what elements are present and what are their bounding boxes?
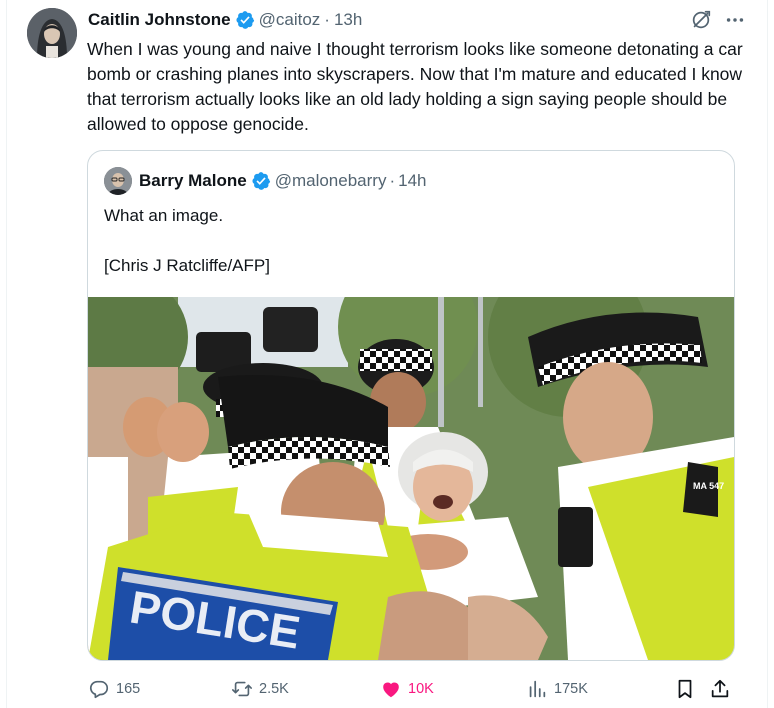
quoted-tweet-photo[interactable]: MA 547 POLICE xyxy=(88,297,734,660)
separator-dot: · xyxy=(389,171,396,190)
tweet-top-actions xyxy=(690,9,746,31)
separator-dot: · xyxy=(324,10,330,29)
quoted-author-name[interactable]: Barry Malone xyxy=(139,171,247,191)
reply-icon xyxy=(89,680,109,699)
author-name[interactable]: Caitlin Johnstone xyxy=(88,10,231,30)
views-icon xyxy=(529,680,546,698)
bookmark-button[interactable] xyxy=(674,676,696,702)
author-avatar[interactable] xyxy=(27,8,77,58)
quoted-tweet-time[interactable]: 14h xyxy=(398,171,426,191)
verified-badge-icon xyxy=(236,11,254,29)
verified-badge-icon xyxy=(252,172,270,190)
more-icon[interactable] xyxy=(724,9,746,31)
like-icon xyxy=(383,682,399,698)
quoted-author-handle[interactable]: @malonebarry xyxy=(275,171,387,191)
reply-count: 165 xyxy=(116,681,141,697)
quoted-tweet-header: Barry Malone @malonebarry · 14h xyxy=(104,167,427,195)
repost-count: 2.5K xyxy=(259,681,289,697)
author-handle[interactable]: @caitoz xyxy=(259,10,321,30)
quoted-tweet-credit: [Chris J Ratcliffe/AFP] xyxy=(104,256,270,275)
like-button[interactable]: 10K xyxy=(380,676,434,702)
share-icon xyxy=(711,679,729,698)
share-button[interactable] xyxy=(709,676,731,702)
views-button[interactable]: 175K xyxy=(526,676,588,702)
quoted-author-avatar[interactable] xyxy=(104,167,132,195)
bookmark-icon xyxy=(678,679,692,699)
quoted-tweet[interactable]: Barry Malone @malonebarry · 14h What an … xyxy=(87,150,735,661)
tweet-text: When I was young and naive I thought ter… xyxy=(87,39,743,134)
quoted-tweet-text: What an image. xyxy=(104,206,224,225)
repost-icon xyxy=(232,681,252,697)
grok-icon[interactable] xyxy=(690,9,712,31)
repost-button[interactable]: 2.5K xyxy=(231,676,289,702)
like-count: 10K xyxy=(408,681,434,697)
reply-button[interactable]: 165 xyxy=(88,676,140,702)
tweet-actions-bar: 165 2.5K 10K 175K xyxy=(88,676,736,702)
tweet-time[interactable]: 13h xyxy=(334,10,362,30)
shoulder-number: MA 547 xyxy=(693,481,724,491)
views-count: 175K xyxy=(554,681,588,697)
tweet-header: Caitlin Johnstone @caitoz · 13h xyxy=(88,9,362,31)
